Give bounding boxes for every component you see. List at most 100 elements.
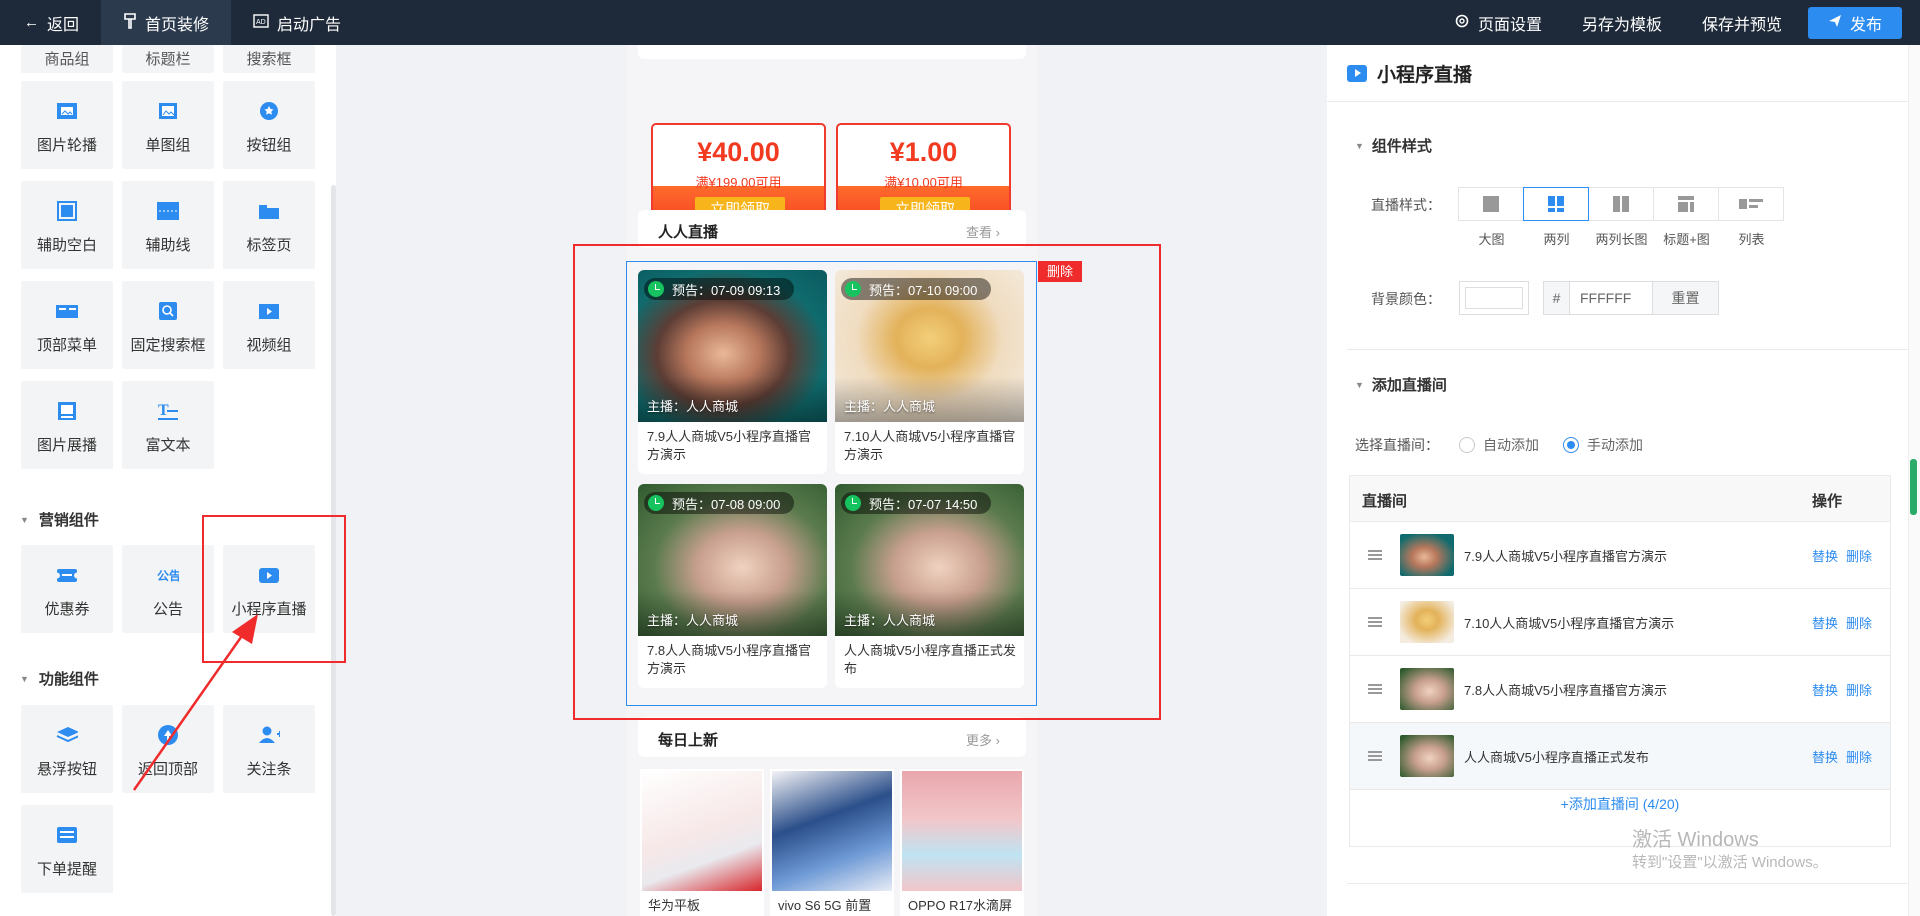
- tile-label: 按钮组: [246, 137, 292, 154]
- tile-image-carousel[interactable]: 图片轮播: [21, 81, 113, 169]
- replace-link[interactable]: 替换: [1812, 613, 1838, 632]
- tile-coupon[interactable]: 优惠券: [21, 545, 113, 633]
- live-room-table: 直播间 操作 7.9人人商城V5小程序直播官方演示 替换 删除 7.10人人商城…: [1349, 475, 1891, 847]
- blank-space-icon: [56, 201, 78, 221]
- save-as-template-button[interactable]: 另存为模板: [1562, 0, 1682, 45]
- tile-divider-line[interactable]: 辅助线: [122, 181, 214, 269]
- row-name: 7.8人人商城V5小程序直播官方演示: [1464, 683, 1667, 698]
- right-scrollbar[interactable]: [1910, 459, 1917, 515]
- style-option-title-image[interactable]: [1653, 187, 1719, 221]
- row-name: 7.9人人商城V5小程序直播官方演示: [1464, 549, 1667, 564]
- tile-label: 搜索框: [246, 51, 292, 68]
- delete-link[interactable]: 删除: [1846, 747, 1872, 766]
- radio-auto-add[interactable]: 自动添加: [1459, 435, 1539, 455]
- gear-icon: [1454, 13, 1470, 33]
- product-card[interactable]: OPPO R17水滴屏: [900, 769, 1024, 916]
- style-label: 大图: [1478, 232, 1505, 247]
- tile-title-bar[interactable]: 标题栏: [122, 45, 214, 73]
- tile-label: 固定搜索框: [130, 337, 206, 354]
- tab-launch-ad[interactable]: AD 启动广告: [231, 0, 363, 45]
- drag-handle-icon[interactable]: [1368, 617, 1382, 627]
- tab-decorate[interactable]: 首页装修: [101, 0, 232, 45]
- replace-link[interactable]: 替换: [1812, 747, 1838, 766]
- tile-single-image[interactable]: 单图组: [122, 81, 214, 169]
- replace-link[interactable]: 替换: [1812, 546, 1838, 565]
- tile-button-group[interactable]: 按钮组: [223, 81, 315, 169]
- tile-blank-space[interactable]: 辅助空白: [21, 181, 113, 269]
- add-live-room-button[interactable]: +添加直播间 (4/20): [1350, 794, 1890, 814]
- style-option-two-column-tall[interactable]: [1588, 187, 1654, 221]
- product-card[interactable]: 华为平板: [640, 769, 764, 916]
- style-option-list[interactable]: [1718, 187, 1784, 221]
- caret-down-icon: ▼: [20, 673, 29, 684]
- section-add-live[interactable]: ▼ 添加直播间: [1355, 374, 1447, 395]
- launch-ad-label: 启动广告: [277, 16, 342, 34]
- tile-video-group[interactable]: 视频组: [223, 281, 315, 369]
- reset-color-button[interactable]: 重置: [1652, 282, 1718, 314]
- send-icon: [1828, 14, 1842, 32]
- tile-order-reminder[interactable]: 下单提醒: [21, 805, 113, 893]
- section-label: 组件样式: [1371, 138, 1432, 155]
- delete-link[interactable]: 删除: [1846, 680, 1872, 699]
- drag-handle-icon[interactable]: [1368, 550, 1382, 560]
- tile-floating-button[interactable]: 悬浮按钮: [21, 705, 113, 793]
- tile-image-showcase[interactable]: 图片展播: [21, 381, 113, 469]
- hex-input[interactable]: FFFFFF: [1570, 282, 1652, 314]
- tile-top-menu[interactable]: 顶部菜单: [21, 281, 113, 369]
- section-divider: [1347, 349, 1909, 350]
- publish-button[interactable]: 发布: [1807, 6, 1902, 39]
- section-marketing[interactable]: ▼ 营销组件: [20, 509, 99, 530]
- tile-label: 辅助空白: [36, 237, 97, 254]
- section-function[interactable]: ▼ 功能组件: [20, 668, 99, 689]
- select-live-label: 选择直播间：: [1355, 437, 1439, 453]
- more-label: 更多: [966, 733, 993, 748]
- tile-label: 优惠券: [44, 601, 90, 618]
- section-label: 添加直播间: [1371, 377, 1447, 394]
- live-section-more[interactable]: 查看 ›: [966, 222, 1000, 241]
- daily-section-title: 每日上新: [658, 732, 719, 749]
- coupon-amount: ¥1.00: [889, 137, 958, 167]
- delete-link[interactable]: 删除: [1846, 613, 1872, 632]
- tile-search-box[interactable]: 搜索框: [223, 45, 315, 73]
- drag-handle-icon[interactable]: [1368, 751, 1382, 761]
- pointer-arrow-icon: [132, 614, 258, 791]
- col-room: 直播间: [1362, 493, 1408, 510]
- row-thumbnail: [1400, 668, 1454, 710]
- back-button[interactable]: ← 返回: [0, 0, 101, 45]
- tile-fixed-search[interactable]: 固定搜索框: [122, 281, 214, 369]
- row-name: 人人商城V5小程序直播正式发布: [1464, 750, 1649, 765]
- product-card[interactable]: vivo S6 5G 前置: [770, 769, 894, 916]
- caret-down-icon: ▼: [1355, 140, 1364, 151]
- two-column-icon: [1548, 196, 1564, 212]
- tile-label: 视频组: [246, 337, 292, 354]
- page-settings-button[interactable]: 页面设置: [1434, 0, 1562, 45]
- delete-link[interactable]: 删除: [1846, 546, 1872, 565]
- radio-manual-add[interactable]: 手动添加: [1563, 435, 1643, 455]
- daily-section-more[interactable]: 更多 ›: [966, 730, 1000, 749]
- product-name: 华为平板: [648, 898, 701, 913]
- save-preview-button[interactable]: 保存并预览: [1682, 0, 1802, 45]
- tile-label: 富文本: [145, 437, 191, 454]
- live-tv-icon: [1347, 65, 1367, 82]
- bg-color-hex-group: # FFFFFF 重置: [1543, 281, 1719, 315]
- fixed-search-icon: [157, 302, 179, 320]
- row-thumbnail: [1400, 735, 1454, 777]
- section-label: 功能组件: [38, 671, 99, 688]
- title-divider: [1327, 101, 1920, 102]
- drag-handle-icon[interactable]: [1368, 684, 1382, 694]
- decorate-label: 首页装修: [145, 16, 210, 34]
- tile-rich-text[interactable]: T 富文本: [122, 381, 214, 469]
- style-option-large[interactable]: [1458, 187, 1524, 221]
- button-group-icon: [258, 102, 280, 120]
- product-name: vivo S6 5G 前置: [778, 898, 872, 913]
- tile-tabs[interactable]: 标签页: [223, 181, 315, 269]
- settings-panel: 小程序直播 ▼ 组件样式 直播样式： 大图 两列 两列长图 标题+图 列表 背景…: [1327, 45, 1920, 916]
- bg-color-picker[interactable]: [1459, 281, 1529, 315]
- table-row: 7.10人人商城V5小程序直播官方演示 替换 删除: [1350, 589, 1890, 656]
- tile-goods-group[interactable]: 商品组: [21, 45, 113, 73]
- page-settings-label: 页面设置: [1477, 16, 1542, 34]
- style-option-two-column[interactable]: [1523, 187, 1589, 221]
- section-component-style[interactable]: ▼ 组件样式: [1355, 135, 1432, 156]
- replace-link[interactable]: 替换: [1812, 680, 1838, 699]
- style-label: 标题+图: [1663, 232, 1710, 247]
